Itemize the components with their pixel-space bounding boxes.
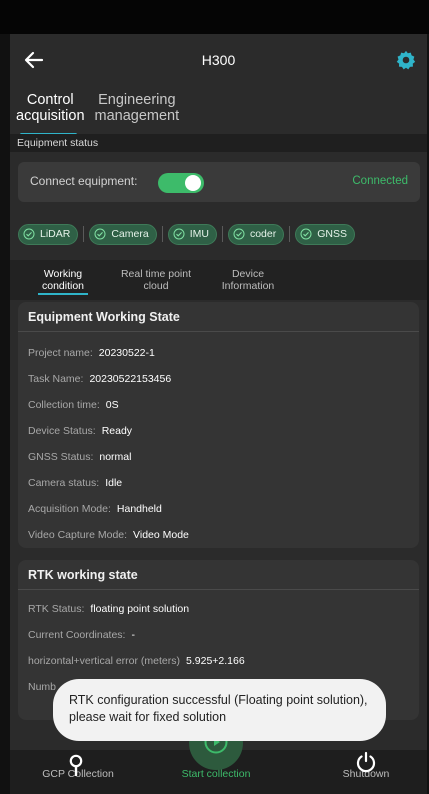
row-label: RTK Status: — [28, 603, 85, 615]
row-value: normal — [99, 451, 132, 463]
info-row: Project name: 20230522-1 — [28, 347, 155, 359]
info-row: horizontal+vertical error (meters) 5.925+… — [28, 655, 245, 667]
row-label: Camera status: — [28, 477, 100, 489]
chip-label: IMU — [189, 228, 209, 240]
gear-icon[interactable] — [395, 49, 417, 71]
power-icon[interactable] — [354, 750, 378, 774]
row-label: Collection time: — [28, 399, 100, 411]
connect-equipment-card: Connect equipment: Connected — [18, 162, 420, 202]
equipment-working-state-card: Equipment Working State Project name: 202… — [18, 302, 419, 548]
row-value: - — [131, 629, 135, 641]
card-title: Equipment Working State — [18, 302, 419, 332]
chip-imu: IMU — [167, 223, 217, 245]
chip-label: LiDAR — [40, 228, 71, 240]
chip-label: GNSS — [317, 228, 347, 240]
info-row: Current Coordinates: - — [28, 629, 135, 641]
toast-notification: RTK configuration successful (Floating p… — [53, 679, 386, 741]
tab-label: Device — [231, 268, 265, 280]
info-row: Video Capture Mode: Video Mode — [28, 529, 189, 541]
tab-label: Engineering — [98, 92, 176, 108]
tab-label: Working — [43, 268, 83, 280]
info-row: Task Name: 20230522153456 — [28, 373, 171, 385]
row-value: Handheld — [116, 503, 162, 515]
row-value: Video Mode — [133, 529, 189, 541]
location-pin-icon[interactable] — [67, 754, 85, 777]
chip-label: coder — [249, 228, 277, 240]
row-label: horizontal+vertical error (meters) — [28, 655, 181, 667]
tab-control-acquisition[interactable]: Control acquisition — [16, 92, 85, 136]
tab-working-condition[interactable]: Working condition — [36, 268, 90, 295]
tab-label: Information — [221, 280, 275, 292]
sensor-status-chips: LiDAR Camera IMU coder GNSS — [18, 220, 423, 248]
row-label: Device Status: — [28, 425, 96, 437]
tab-label: management — [94, 108, 180, 124]
row-label: Numb — [28, 681, 57, 693]
tab-label: Control — [26, 92, 74, 108]
tab-device-information[interactable]: Device Information — [216, 268, 280, 292]
app-screen: H300 Control acquisition Engineering man… — [10, 34, 427, 794]
chip-coder: coder — [227, 223, 285, 245]
row-value: 20230522153456 — [89, 373, 172, 385]
check-circle-icon — [94, 228, 106, 240]
card-title: RTK working state — [18, 560, 419, 590]
row-label: Acquisition Mode: — [28, 503, 111, 515]
divider — [289, 226, 291, 242]
tab-label: condition — [41, 280, 85, 292]
row-value: 20230522-1 — [98, 347, 155, 359]
row-label: Video Capture Mode: — [28, 529, 128, 541]
row-value: Idle — [105, 477, 123, 489]
divider — [221, 226, 223, 242]
info-row: GNSS Status: normal — [28, 451, 131, 463]
divider — [83, 226, 85, 242]
tab-label: acquisition — [16, 108, 85, 124]
divider — [161, 226, 163, 242]
row-value: 5.925+2.166 — [186, 655, 245, 667]
info-row: Device Status: Ready — [28, 425, 132, 437]
tab-label: cloud — [143, 280, 169, 292]
status-bar — [0, 0, 429, 34]
row-label: Project name: — [28, 347, 93, 359]
main-tabs: Control acquisition Engineering manageme… — [16, 92, 180, 136]
row-label: Task Name: — [28, 373, 84, 385]
chip-gnss: GNSS — [295, 223, 355, 245]
row-value: Ready — [101, 425, 133, 437]
sub-tabs: Working condition Real time point cloud … — [10, 260, 427, 300]
check-circle-icon — [233, 228, 245, 240]
info-row: Camera status: Idle — [28, 477, 122, 489]
chip-camera: Camera — [89, 223, 157, 245]
top-bar: H300 — [10, 34, 427, 86]
tab-engineering-management[interactable]: Engineering management — [95, 92, 180, 132]
tab-real-time-point-cloud[interactable]: Real time point cloud — [114, 268, 198, 292]
connection-status: Connected — [352, 175, 408, 187]
check-circle-icon — [173, 228, 185, 240]
info-row: Acquisition Mode: Handheld — [28, 503, 162, 515]
row-value: floating point solution — [90, 603, 190, 615]
chip-label: Camera — [111, 228, 149, 240]
connect-equipment-toggle[interactable] — [158, 173, 204, 193]
toggle-knob — [185, 175, 201, 191]
check-circle-icon — [300, 228, 312, 240]
info-row: RTK Status: floating point solution — [28, 603, 189, 615]
chip-lidar: LiDAR — [18, 223, 79, 245]
tab-label: Real time point — [120, 268, 192, 280]
row-label: GNSS Status: — [28, 451, 94, 463]
connect-equipment-label: Connect equipment: — [30, 174, 138, 188]
section-header-equipment-status: Equipment status — [10, 134, 427, 152]
info-row: Collection time: 0S — [28, 399, 119, 411]
active-tab-indicator — [38, 293, 88, 295]
row-value: 0S — [105, 399, 119, 411]
row-label: Current Coordinates: — [28, 629, 126, 641]
check-circle-icon — [23, 228, 35, 240]
page-title: H300 — [201, 52, 236, 68]
